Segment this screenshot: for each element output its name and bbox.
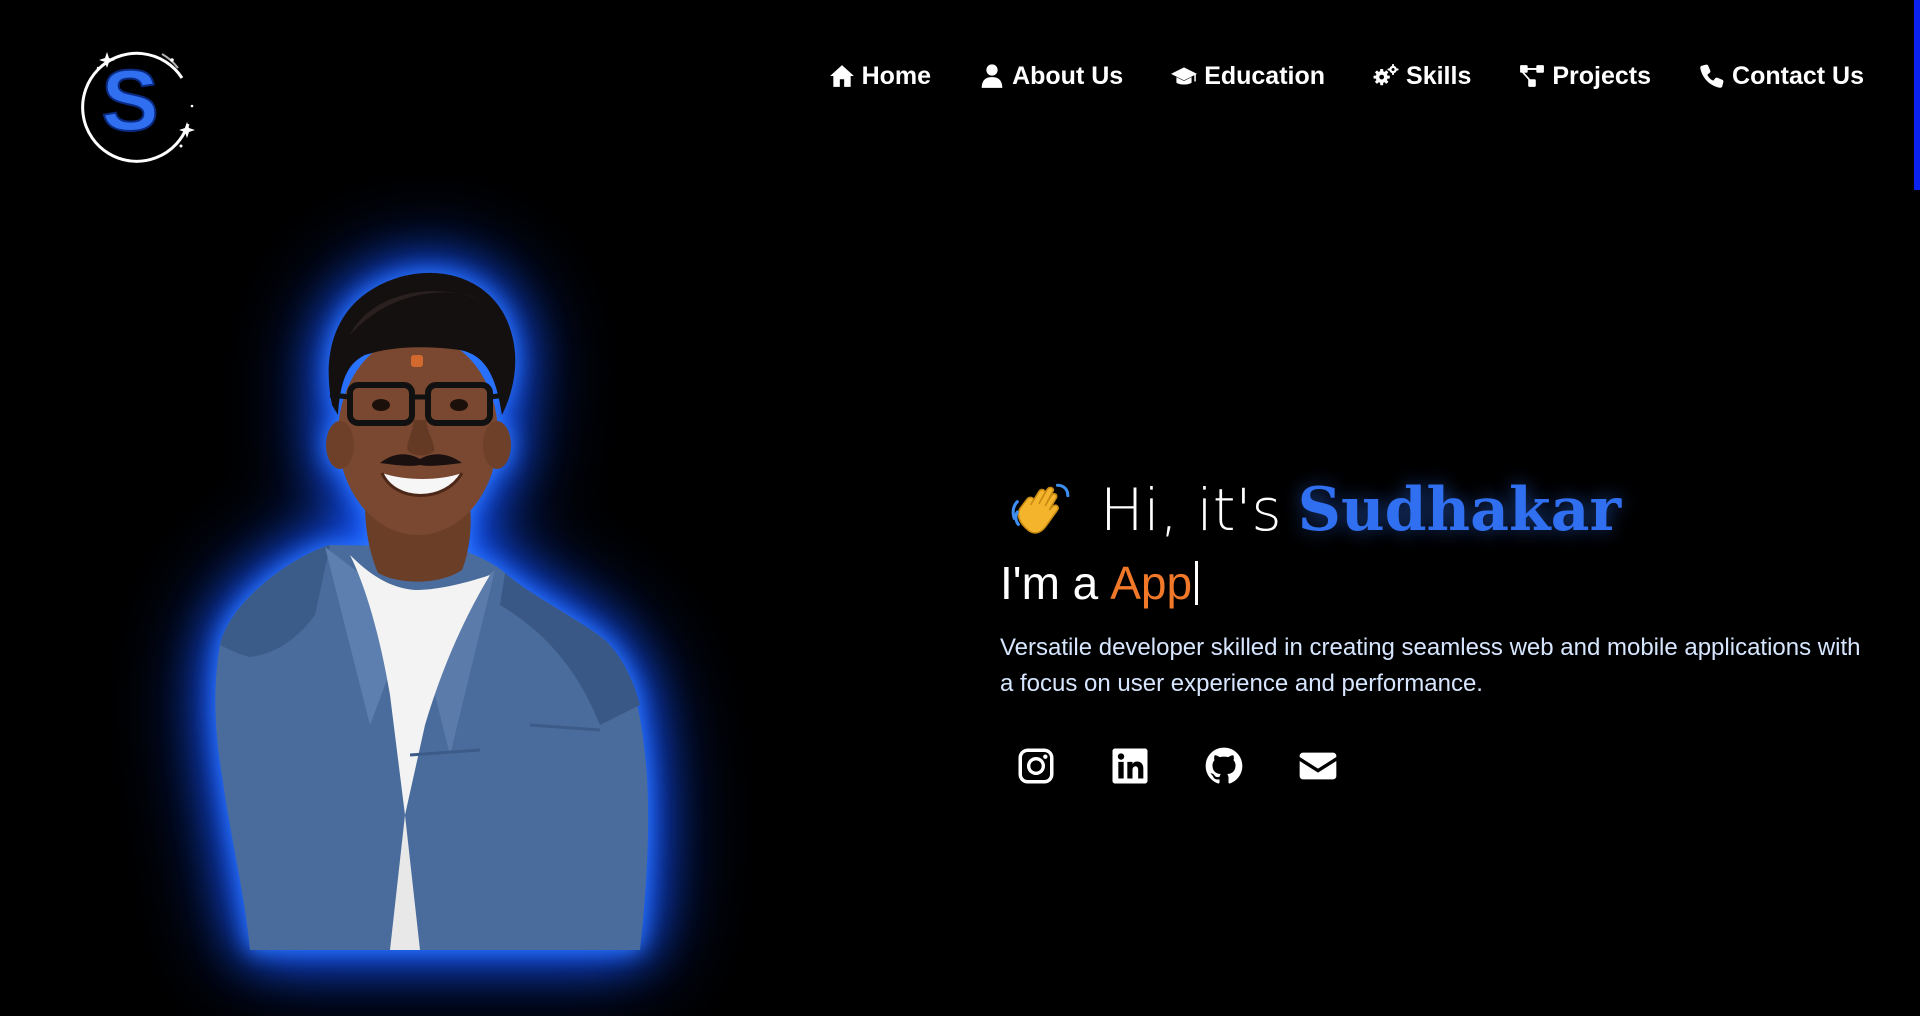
nav-education[interactable]: Education [1171,62,1325,91]
typing-caret [1195,561,1199,605]
phone-icon [1700,64,1724,88]
profile-photo-illustration [215,272,649,950]
nav-contact-us-label: Contact Us [1732,61,1864,90]
instagram-link[interactable] [1016,746,1056,786]
portfolio-page: S Home About Us Education Skills Project… [0,0,1920,1016]
role-prefix: I'm a [1000,557,1099,609]
waving-hand-icon [1008,477,1074,543]
nav-skills-label: Skills [1406,61,1472,90]
greeting-text: Hi, it's [1100,476,1282,544]
profile-photo [200,255,670,950]
nav-skills[interactable]: Skills [1373,62,1471,91]
home-icon [829,65,854,87]
diagram-icon [1520,65,1545,87]
hero-name: Sudhakar [1297,475,1622,545]
site-logo[interactable]: S [60,34,200,168]
nav-about-us[interactable]: About Us [979,62,1123,91]
nav-about-us-label: About Us [1012,61,1124,90]
role-typed-word: App [1110,557,1193,609]
email-link[interactable] [1298,746,1338,786]
social-links [1000,746,1880,786]
s-logo-icon: S [81,51,195,163]
greeting-line: Hi, it's Sudhakar [1000,470,1880,550]
scroll-progress-bar[interactable] [1914,0,1920,190]
nav-home-label: Home [861,61,932,90]
hero-description: Versatile developer skilled in creating … [1000,634,1861,697]
gears-icon [1373,64,1399,86]
main-nav: Home About Us Education Skills Projects … [829,58,1864,94]
github-link[interactable] [1204,746,1244,786]
hero-section: Hi, it's Sudhakar I'm a App Versatile de… [1000,470,1880,786]
instagram-icon [1018,748,1054,784]
nav-contact-us[interactable]: Contact Us [1699,62,1864,91]
nav-education-label: Education [1204,61,1326,90]
email-icon [1299,752,1337,780]
linkedin-icon [1112,748,1148,784]
nav-projects-label: Projects [1552,61,1652,90]
linkedin-link[interactable] [1110,746,1150,786]
user-icon [981,64,1003,88]
nav-home[interactable]: Home [829,62,931,91]
logo-letter: S [101,53,158,149]
graduation-cap-icon [1171,67,1198,85]
role-line: I'm a App [1000,554,1880,612]
github-icon [1205,747,1243,784]
nav-projects[interactable]: Projects [1519,62,1651,91]
